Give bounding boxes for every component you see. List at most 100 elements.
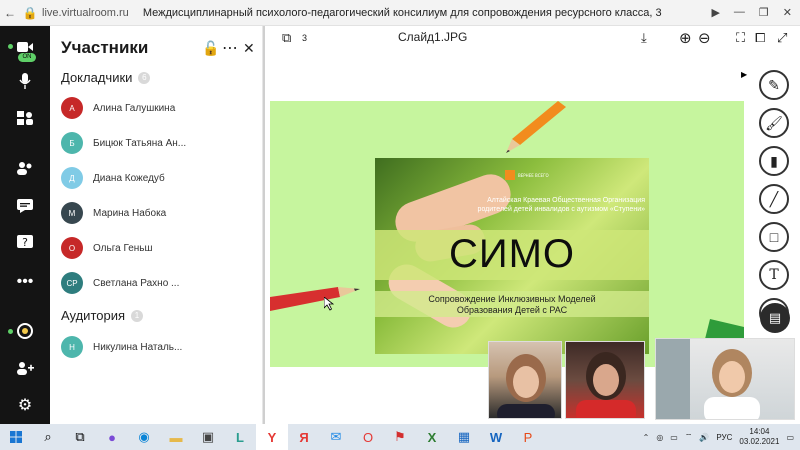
participant-name: Бицюк Татьяна Ан... [93,137,187,149]
language-indicator[interactable]: РУС [716,433,732,442]
avatar: М [61,202,83,224]
participant-video-1 [497,354,555,418]
participant-row[interactable]: А Алина Галушкина [61,96,175,120]
more-options-icon[interactable]: ••• [0,267,50,297]
invite-user-icon[interactable] [0,353,50,383]
brush-tool-icon[interactable]: 🖌 [759,108,789,138]
camera-indicator-icon[interactable]: ▶ [711,6,719,19]
restore-button[interactable]: ❐ [759,6,769,19]
store-icon[interactable]: ▣ [192,424,224,450]
fit-screen-icon[interactable]: ⛶ [736,30,745,46]
mouse-cursor-icon [324,297,334,311]
organization-text: Алтайская Краевая Общественная Организац… [445,196,645,214]
network-icon[interactable]: ⌔ [685,432,693,442]
lock-icon[interactable]: 🔒 [20,6,40,20]
subtitle-line-1: Сопровождение Инклюзивных Моделей [428,294,596,304]
task-view-icon[interactable]: ⧉ [64,424,96,450]
audience-count: 1 [131,309,144,322]
speakers-label: Докладчики [61,70,133,85]
file-explorer-icon[interactable]: ▬ [160,424,192,450]
back-icon[interactable]: ← [0,6,20,20]
windows-start-icon[interactable] [0,424,32,450]
more-icon[interactable]: ⋯ [222,38,238,58]
opera-icon[interactable]: O [352,424,384,450]
participant-row[interactable]: Н Никулина Наталь... [61,335,182,359]
battery-icon[interactable]: ▭ [670,433,678,442]
record-icon[interactable] [0,316,50,346]
text-tool-icon[interactable]: T [759,260,789,290]
subtitle-line-2: Образования Детей с РАС [456,305,568,315]
system-tray: ⌃ ◎ ▭ ⌔ 🔊 РУС 14:04 03.02.2021 ▭ [643,427,800,447]
assistant-icon[interactable]: ● [96,424,128,450]
chat-icon[interactable] [0,191,50,221]
edge-browser-icon[interactable]: ◉ [128,424,160,450]
chat-bubble-icon[interactable]: ▤ [760,303,790,333]
address-bar[interactable]: live.virtualroom.ru [42,7,129,19]
tray-app-icon[interactable]: ◎ [656,433,663,442]
participant-row[interactable]: М Марина Набока [61,201,166,225]
acrobat-icon[interactable]: ⚑ [384,424,416,450]
pen-tool-icon[interactable]: ✎ [759,70,789,100]
zoom-out-icon[interactable]: ⊖ [698,29,711,47]
excel-icon[interactable]: X [416,424,448,450]
participant-row[interactable]: СР Светлана Рахно ... [61,271,179,295]
camera-toggle[interactable]: ON [18,53,36,62]
screen-share-icon[interactable] [0,103,50,133]
org-line-2: родителей детей инвалидов с аутизмом «Ст… [477,206,645,213]
participants-icon[interactable] [0,153,50,183]
left-rail: ON ? ••• ⚙ [0,26,50,424]
clock-time: 14:04 [749,427,770,436]
tray-expand-icon[interactable]: ⌃ [643,433,650,442]
clock[interactable]: 14:04 03.02.2021 [739,427,779,447]
speakers-count: 6 [138,71,151,84]
expand-icon[interactable]: ⤢ [777,30,787,46]
zoom-in-icon[interactable]: ⊕ [679,29,692,47]
word-icon[interactable]: W [480,424,512,450]
powerpoint-icon[interactable]: P [512,424,544,450]
browser-title-bar: ← 🔒 live.virtualroom.ru Междисциплинарны… [0,0,800,26]
page-count: 3 [302,33,308,43]
avatar: Б [61,132,83,154]
close-panel-icon[interactable]: ✕ [243,40,255,57]
notifications-icon[interactable]: ▭ [786,433,794,442]
search-icon[interactable]: ⌕ [32,424,64,450]
question-icon[interactable]: ? [0,228,50,258]
minimize-button[interactable]: — [734,6,745,19]
l-app-icon[interactable]: L [224,424,256,450]
svg-text:ВЕРНЕЕ ВСЕГО: ВЕРНЕЕ ВСЕГО [518,173,549,178]
volume-icon[interactable]: 🔊 [699,433,709,442]
mail-icon[interactable]: ✉ [320,424,352,450]
download-icon[interactable]: ⤓ [641,30,647,46]
avatar: О [61,237,83,259]
video-tile-2[interactable] [565,341,645,419]
participant-row[interactable]: О Ольга Геньш [61,236,153,260]
rectangle-tool-icon[interactable]: □ [759,222,789,252]
viewer-toolbar: ⧉ 3 Слайд1.JPG ⤓ ⊕ ⊖ ⛶ ⧠ ⤢ [265,26,800,52]
svg-text:?: ? [22,236,28,249]
participants-panel: Участники 🔓 ⋯ ✕ Докладчики 6 А Алина Галу… [50,26,263,424]
windows-taskbar: ⌕ ⧉ ● ◉ ▬ ▣ L Y Я ✉ O ⚑ X ▦ W P ⌃ ◎ ▭ ⌔ … [0,424,800,450]
settings-icon[interactable]: ⚙ [0,390,50,420]
crop-icon[interactable]: ⧠ [755,30,765,46]
pages-icon[interactable]: ⧉ [282,30,291,46]
unlock-icon[interactable]: 🔓 [202,40,219,57]
participant-row[interactable]: Б Бицюк Татьяна Ан... [61,131,186,155]
participant-row[interactable]: Д Диана Кожедуб [61,166,165,190]
marker-tool-icon[interactable]: ▮ [759,146,789,176]
collapse-tools-icon[interactable]: ▶ [741,70,747,79]
slide-subtitle: Сопровождение Инклюзивных Моделей Образо… [375,294,649,316]
video-tile-1[interactable] [488,341,562,419]
participant-name: Светлана Рахно ... [93,277,180,289]
video-tile-3[interactable] [655,338,795,420]
slide-photo: ВЕРНЕЕ ВСЕГО Алтайская Краевая Обществен… [375,158,649,354]
yandex-browser-icon[interactable]: Y [256,424,288,450]
participant-name: Алина Галушкина [93,102,176,114]
yandex-icon[interactable]: Я [288,424,320,450]
participant-name: Никулина Наталь... [93,341,183,353]
photos-icon[interactable]: ▦ [448,424,480,450]
line-tool-icon[interactable]: ╱ [759,184,789,214]
microphone-icon[interactable] [0,66,50,96]
close-window-button[interactable]: ✕ [783,6,792,19]
org-line-1: Алтайская Краевая Общественная Организац… [487,197,645,204]
red-pencil-image [270,287,360,311]
